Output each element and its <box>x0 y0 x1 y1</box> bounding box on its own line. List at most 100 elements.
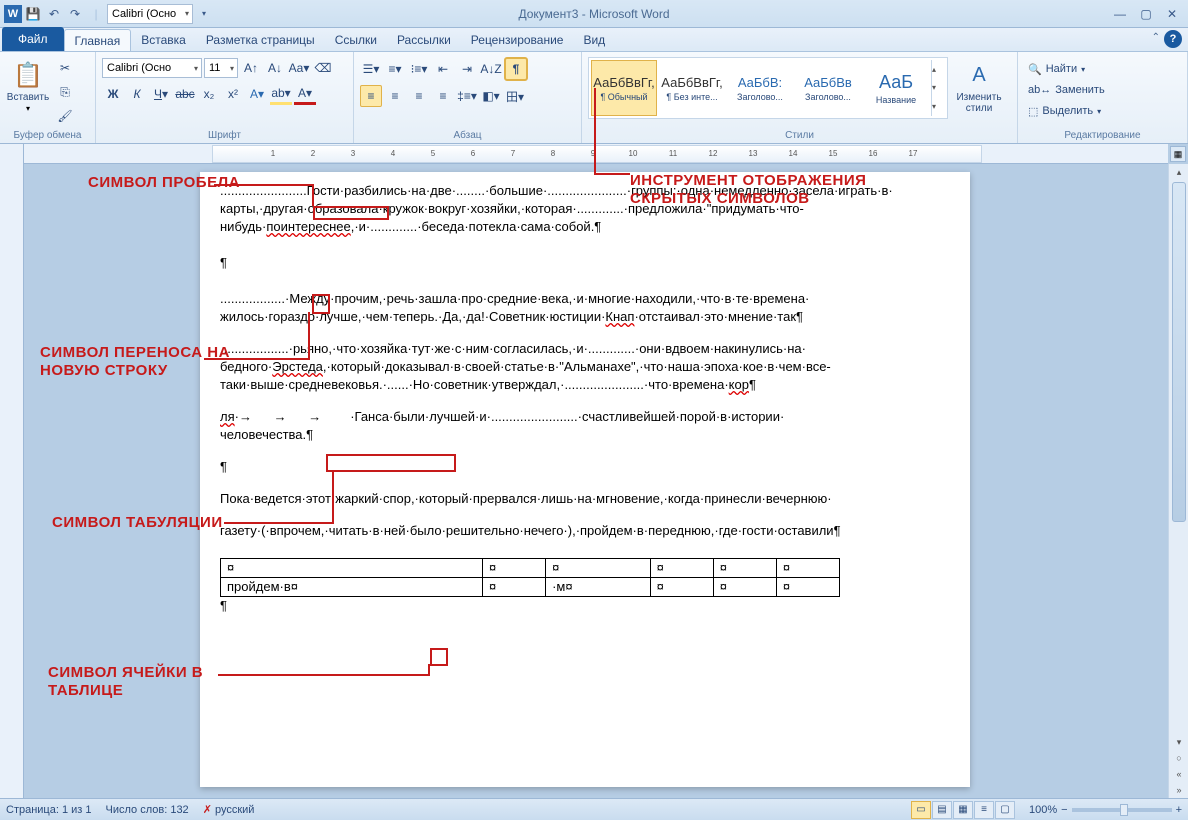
ribbon-minimize-icon[interactable]: ⌃ <box>1152 32 1160 43</box>
styles-up-icon[interactable]: ▴ <box>932 65 945 74</box>
status-words[interactable]: Число слов: 132 <box>106 804 189 816</box>
replace-button[interactable]: ab↔Заменить <box>1024 80 1109 100</box>
ruler-toggle-icon[interactable]: ▦ <box>1170 146 1186 162</box>
text-effects-icon[interactable]: A▾ <box>246 83 268 105</box>
quick-access-toolbar: W 💾 ↶ ↷ | Calibri (Осно ▾ <box>0 4 218 24</box>
bold-icon[interactable]: Ж <box>102 83 124 105</box>
doc-line: жилось·гораздо·лучше,·чем·теперь.·Да,·да… <box>220 308 950 326</box>
format-painter-icon[interactable]: 🖌 <box>54 105 76 127</box>
align-left-icon[interactable]: ≡ <box>360 85 382 107</box>
justify-icon[interactable]: ≡ <box>432 85 454 107</box>
status-page[interactable]: Страница: 1 из 1 <box>6 804 92 816</box>
view-draft-icon[interactable]: ▢ <box>995 801 1015 819</box>
document-page[interactable]: ........................Гости·разбились·… <box>200 172 970 787</box>
close-icon[interactable]: ✕ <box>1162 4 1182 24</box>
zoom-control[interactable]: 100% − + <box>1029 804 1182 816</box>
font-color-icon[interactable]: A▾ <box>294 83 316 105</box>
numbering-icon[interactable]: ≡▾ <box>384 58 406 80</box>
styles-more-icon[interactable]: ▾ <box>932 102 945 111</box>
doc-pilcrow: ¶ <box>220 254 950 272</box>
highlight-icon[interactable]: ab▾ <box>270 83 292 105</box>
group-paragraph-label: Абзац <box>354 130 581 141</box>
qat-more-icon[interactable]: ▾ <box>194 4 214 24</box>
tab-view[interactable]: Вид <box>573 29 615 51</box>
grow-font-icon[interactable]: A↑ <box>240 57 262 79</box>
horizontal-ruler-wrap: 1234567891011121314151617 <box>24 144 1168 164</box>
prev-page-icon[interactable]: « <box>1169 766 1188 782</box>
scroll-thumb[interactable] <box>1172 182 1186 522</box>
clear-format-icon[interactable]: ⌫ <box>312 57 334 79</box>
zoom-out-icon[interactable]: − <box>1061 804 1067 816</box>
change-styles-button[interactable]: A Изменить стили <box>952 57 1006 114</box>
doc-line: ........................Гости·разбились·… <box>220 182 950 200</box>
tab-insert[interactable]: Вставка <box>131 29 196 51</box>
group-editing-label: Редактирование <box>1018 130 1187 141</box>
find-button[interactable]: 🔍Найти▾ <box>1024 59 1109 79</box>
multilevel-icon[interactable]: ⁝≡▾ <box>408 58 430 80</box>
change-case-icon[interactable]: Aa▾ <box>288 57 310 79</box>
style-heading2[interactable]: АаБбВвЗаголово... <box>795 60 861 116</box>
borders-icon[interactable]: 田▾ <box>504 85 526 107</box>
increase-indent-icon[interactable]: ⇥ <box>456 58 478 80</box>
tab-file[interactable]: Файл <box>2 27 64 51</box>
paste-icon: 📋 <box>12 59 44 91</box>
scroll-up-icon[interactable]: ▴ <box>1169 164 1188 180</box>
zoom-in-icon[interactable]: + <box>1176 804 1182 816</box>
shrink-font-icon[interactable]: A↓ <box>264 57 286 79</box>
styles-down-icon[interactable]: ▾ <box>932 83 945 92</box>
doc-line: ля·→ → → ·Ганса·были·лучшей·и·..........… <box>220 408 950 426</box>
shading-icon[interactable]: ◧▾ <box>480 85 502 107</box>
redo-icon[interactable]: ↷ <box>65 4 85 24</box>
underline-icon[interactable]: Ч▾ <box>150 83 172 105</box>
horizontal-ruler[interactable]: 1234567891011121314151617 <box>212 145 982 163</box>
style-heading1[interactable]: АаБбВ:Заголово... <box>727 60 793 116</box>
line-spacing-icon[interactable]: ‡≡▾ <box>456 85 478 107</box>
tab-mailings[interactable]: Рассылки <box>387 29 461 51</box>
tab-references[interactable]: Ссылки <box>325 29 387 51</box>
paste-button[interactable]: 📋 Вставить ▾ <box>6 57 50 113</box>
next-page-icon[interactable]: » <box>1169 782 1188 798</box>
italic-icon[interactable]: К <box>126 83 148 105</box>
view-print-icon[interactable]: ▭ <box>911 801 931 819</box>
table-row: ¤¤¤¤¤¤ <box>221 559 840 578</box>
style-normal[interactable]: АаБбВвГг,¶ Обычный <box>591 60 657 116</box>
font-size-combo[interactable]: 11 <box>204 58 238 78</box>
save-icon[interactable]: 💾 <box>23 4 43 24</box>
group-styles-label: Стили <box>582 130 1017 141</box>
show-hidden-button[interactable]: ¶ <box>504 57 528 81</box>
view-read-icon[interactable]: ▤ <box>932 801 952 819</box>
style-nospacing[interactable]: АаБбВвГг,¶ Без инте... <box>659 60 725 116</box>
bullets-icon[interactable]: ☰▾ <box>360 58 382 80</box>
copy-icon[interactable]: ⎘ <box>54 81 76 103</box>
scroll-down-icon[interactable]: ▾ <box>1169 734 1188 750</box>
view-web-icon[interactable]: ▦ <box>953 801 973 819</box>
styles-gallery[interactable]: АаБбВвГг,¶ Обычный АаБбВвГг,¶ Без инте..… <box>588 57 948 119</box>
maximize-icon[interactable]: ▢ <box>1136 4 1156 24</box>
qat-font-combo[interactable]: Calibri (Осно <box>107 4 193 24</box>
align-center-icon[interactable]: ≡ <box>384 85 406 107</box>
cut-icon[interactable]: ✂ <box>54 57 76 79</box>
decrease-indent-icon[interactable]: ⇤ <box>432 58 454 80</box>
subscript-icon[interactable]: x₂ <box>198 83 220 105</box>
select-button[interactable]: ⬚Выделить▾ <box>1024 101 1109 121</box>
minimize-icon[interactable]: — <box>1110 4 1130 24</box>
align-right-icon[interactable]: ≡ <box>408 85 430 107</box>
font-name-combo[interactable]: Calibri (Осно <box>102 58 202 78</box>
zoom-slider[interactable] <box>1072 808 1172 812</box>
sort-icon[interactable]: A↓Z <box>480 58 502 80</box>
zoom-level[interactable]: 100% <box>1029 804 1057 816</box>
strike-icon[interactable]: abc <box>174 83 196 105</box>
style-title[interactable]: АаБНазвание <box>863 60 929 116</box>
tab-layout[interactable]: Разметка страницы <box>196 29 325 51</box>
help-icon[interactable]: ? <box>1164 30 1182 48</box>
tab-home[interactable]: Главная <box>64 29 132 51</box>
tab-review[interactable]: Рецензирование <box>461 29 574 51</box>
view-outline-icon[interactable]: ≡ <box>974 801 994 819</box>
browse-object-icon[interactable]: ○ <box>1169 750 1188 766</box>
superscript-icon[interactable]: x² <box>222 83 244 105</box>
vertical-ruler <box>0 144 24 798</box>
vertical-scrollbar[interactable]: ▴ ▾ ○ « » <box>1168 164 1188 798</box>
doc-line: ¶ <box>220 458 950 476</box>
undo-icon[interactable]: ↶ <box>44 4 64 24</box>
status-lang[interactable]: ✗ русский <box>203 803 255 816</box>
